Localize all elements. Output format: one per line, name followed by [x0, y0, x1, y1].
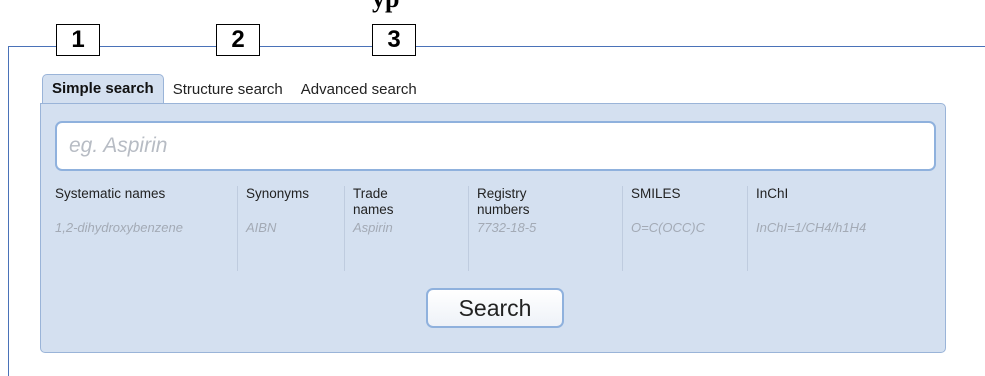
annotation-label-1: 1 [56, 24, 100, 56]
hint-registry-numbers: Registry numbers 7732-18-5 [468, 186, 622, 271]
tab-structure-search[interactable]: Structure search [164, 77, 292, 103]
hint-header: InChI [756, 186, 789, 201]
annotation-label-3: 3 [372, 24, 416, 56]
annotation-label-2: 2 [216, 24, 260, 56]
hint-header: Systematic names [55, 186, 166, 201]
hint-trade-names: Trade names Aspirin [344, 186, 468, 271]
tab-advanced-search[interactable]: Advanced search [292, 77, 426, 103]
hint-header: SMILES [631, 186, 681, 201]
search-button[interactable]: Search [426, 288, 564, 328]
hint-example: 1,2-dihydroxybenzene [55, 220, 183, 235]
heading-fragment: ур [372, 0, 399, 14]
hint-header: Trade names [353, 186, 394, 217]
search-input[interactable] [55, 121, 936, 171]
hint-systematic-names: Systematic names 1,2-dihydroxybenzene [55, 186, 237, 271]
annotation-frame-left [8, 46, 9, 376]
simple-search-panel: Systematic names 1,2-dihydroxybenzene Sy… [40, 103, 946, 353]
search-tabs: Simple search Structure search Advanced … [42, 74, 426, 103]
hint-header: Registry numbers [477, 186, 530, 217]
annotation-frame-top [8, 46, 985, 47]
tab-simple-search[interactable]: Simple search [42, 74, 164, 103]
hint-example: O=C(OCC)C [631, 220, 706, 235]
hint-synonyms: Synonyms AIBN [237, 186, 344, 271]
hint-example: 7732-18-5 [477, 220, 537, 235]
hint-header: Synonyms [246, 186, 310, 201]
hint-example: Aspirin [353, 220, 393, 235]
hint-example: InChI=1/CH4/h1H4 [756, 220, 867, 235]
hint-example: AIBN [246, 220, 277, 235]
hint-smiles: SMILES O=C(OCC)C [622, 186, 747, 271]
hint-inchi: InChI InChI=1/CH4/h1H4 [747, 186, 917, 271]
search-hints: Systematic names 1,2-dihydroxybenzene Sy… [55, 186, 917, 271]
